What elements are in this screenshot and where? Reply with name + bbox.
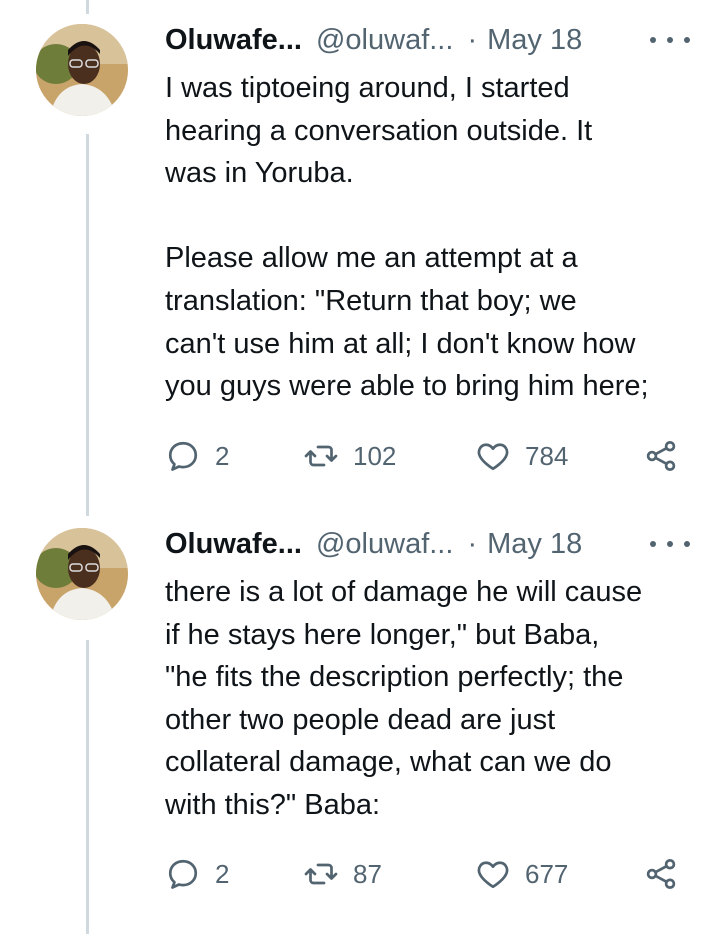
retweet-icon bbox=[304, 445, 338, 467]
timestamp[interactable]: May 18 bbox=[487, 24, 582, 57]
like-button[interactable]: 677 bbox=[475, 854, 568, 894]
retweet-count: 102 bbox=[353, 440, 397, 471]
share-icon bbox=[646, 859, 676, 889]
share-button[interactable] bbox=[643, 436, 679, 476]
author-handle[interactable]: @oluwaf... bbox=[316, 528, 453, 561]
like-count: 784 bbox=[525, 440, 569, 471]
reply-button[interactable]: 2 bbox=[165, 854, 229, 894]
retweet-count: 87 bbox=[353, 858, 382, 889]
tweet-header: Oluwafe... @oluwaf... · May 18 bbox=[165, 20, 690, 60]
author-handle[interactable]: @oluwaf... bbox=[316, 24, 453, 57]
separator-dot: · bbox=[467, 527, 478, 560]
tweet-actions: 2 102 784 bbox=[165, 436, 690, 476]
author-name[interactable]: Oluwafe... bbox=[165, 528, 302, 561]
tweet-actions: 2 87 677 bbox=[165, 854, 690, 894]
more-options-icon[interactable] bbox=[650, 530, 690, 558]
heart-icon bbox=[477, 443, 509, 471]
like-button[interactable]: 784 bbox=[475, 436, 568, 476]
retweet-button[interactable]: 102 bbox=[303, 436, 396, 476]
more-options-icon[interactable] bbox=[650, 26, 690, 54]
tweet-1[interactable]: Oluwafe... @oluwaf... · May 18 I was tip… bbox=[0, 0, 720, 500]
share-button[interactable] bbox=[643, 854, 679, 894]
reply-button[interactable]: 2 bbox=[165, 436, 229, 476]
tweet-2[interactable]: Oluwafe... @oluwaf... · May 18 there is … bbox=[0, 500, 720, 934]
like-count: 677 bbox=[525, 858, 569, 889]
avatar[interactable] bbox=[36, 24, 128, 116]
author-name[interactable]: Oluwafe... bbox=[165, 24, 302, 57]
reply-count: 2 bbox=[215, 858, 230, 889]
retweet-icon bbox=[304, 863, 338, 885]
separator-dot: · bbox=[467, 23, 478, 56]
tweet-text: I was tiptoeing around, I started hearin… bbox=[165, 72, 649, 403]
tweet-header: Oluwafe... @oluwaf... · May 18 bbox=[165, 524, 690, 564]
reply-count: 2 bbox=[215, 440, 230, 471]
heart-icon bbox=[477, 861, 509, 889]
share-icon bbox=[646, 441, 676, 471]
tweet-text: there is a lot of damage he will cause i… bbox=[165, 576, 643, 821]
reply-icon bbox=[168, 441, 198, 471]
reply-icon bbox=[168, 859, 198, 889]
retweet-button[interactable]: 87 bbox=[303, 854, 382, 894]
timestamp[interactable]: May 18 bbox=[487, 528, 582, 561]
avatar[interactable] bbox=[36, 528, 128, 620]
